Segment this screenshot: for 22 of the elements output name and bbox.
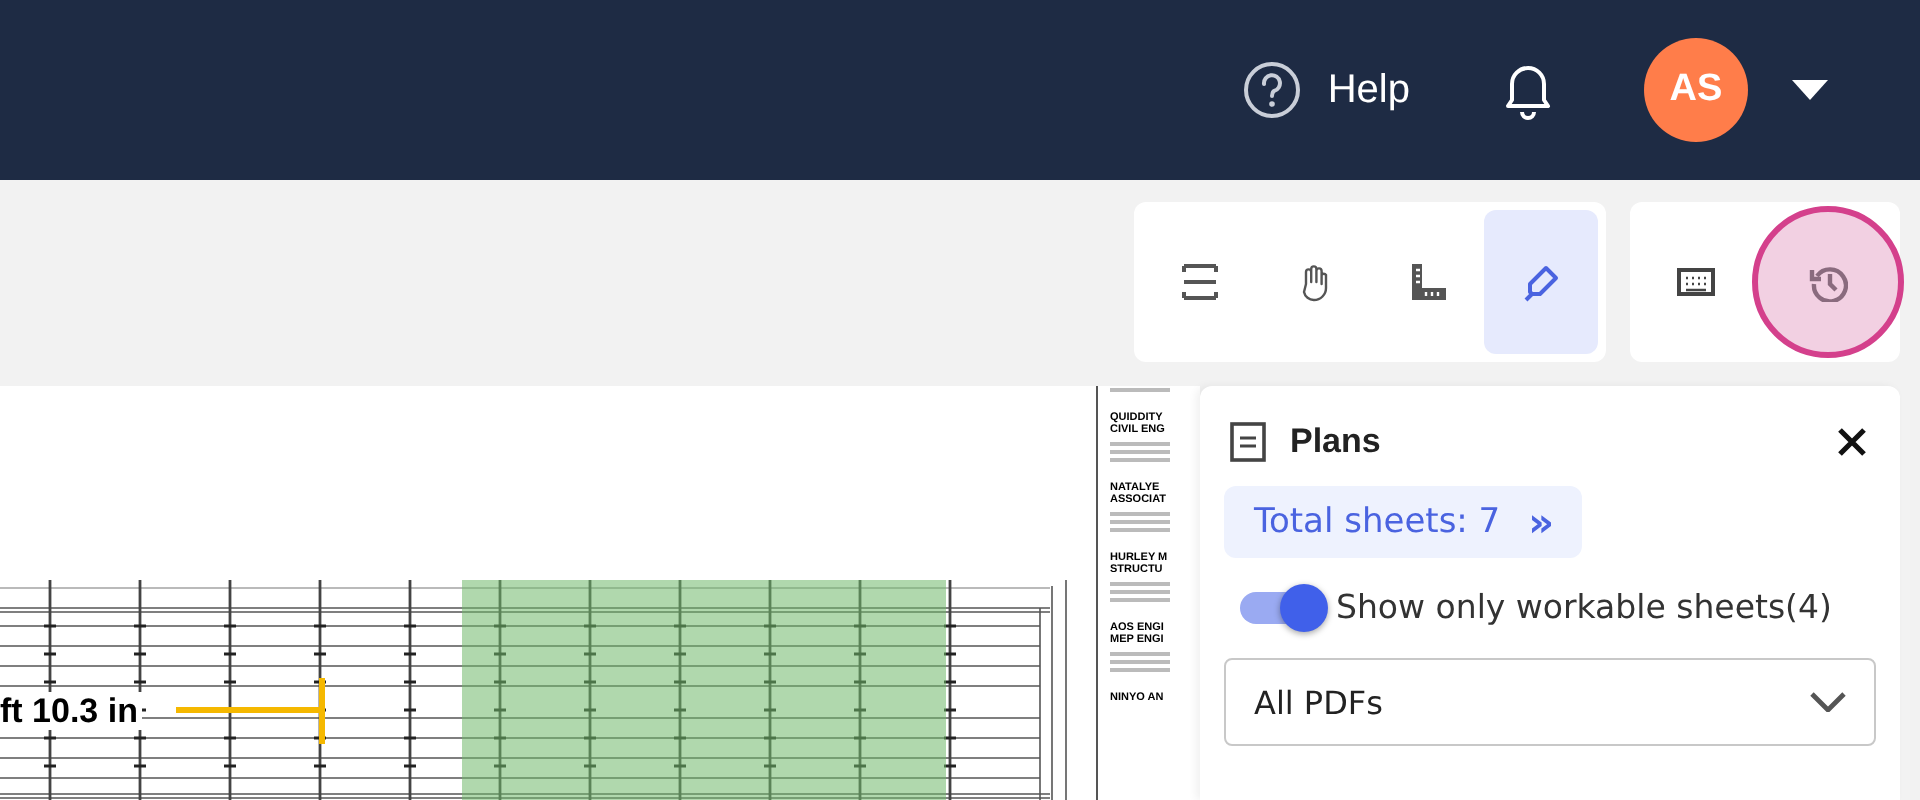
document-icon — [1230, 422, 1266, 462]
address-lines — [1110, 652, 1170, 676]
caret-icon[interactable] — [1792, 80, 1828, 100]
help-button[interactable]: Help — [1241, 60, 1410, 120]
history-button[interactable] — [1752, 206, 1904, 358]
total-sheets-button[interactable]: Total sheets: 7 » — [1224, 486, 1583, 558]
fit-width-icon — [1179, 262, 1219, 302]
toggle-label: Show only workable sheets(4) — [1336, 588, 1832, 626]
measurement-label: ft 10.3 in — [0, 692, 142, 730]
address-lines — [1110, 388, 1170, 396]
marker-icon — [1521, 262, 1561, 302]
panel-title: Plans — [1290, 422, 1383, 462]
close-icon — [1836, 426, 1868, 458]
keyboard-icon — [1675, 262, 1715, 302]
address-lines — [1110, 582, 1170, 606]
address-lines — [1110, 512, 1170, 536]
ruler-icon — [1407, 262, 1447, 302]
chevron-down-icon — [1810, 692, 1846, 712]
history-icon — [1808, 262, 1848, 302]
pdf-filter-dropdown[interactable]: All PDFs — [1224, 658, 1876, 746]
help-icon — [1241, 60, 1302, 120]
address-lines — [1110, 442, 1170, 466]
